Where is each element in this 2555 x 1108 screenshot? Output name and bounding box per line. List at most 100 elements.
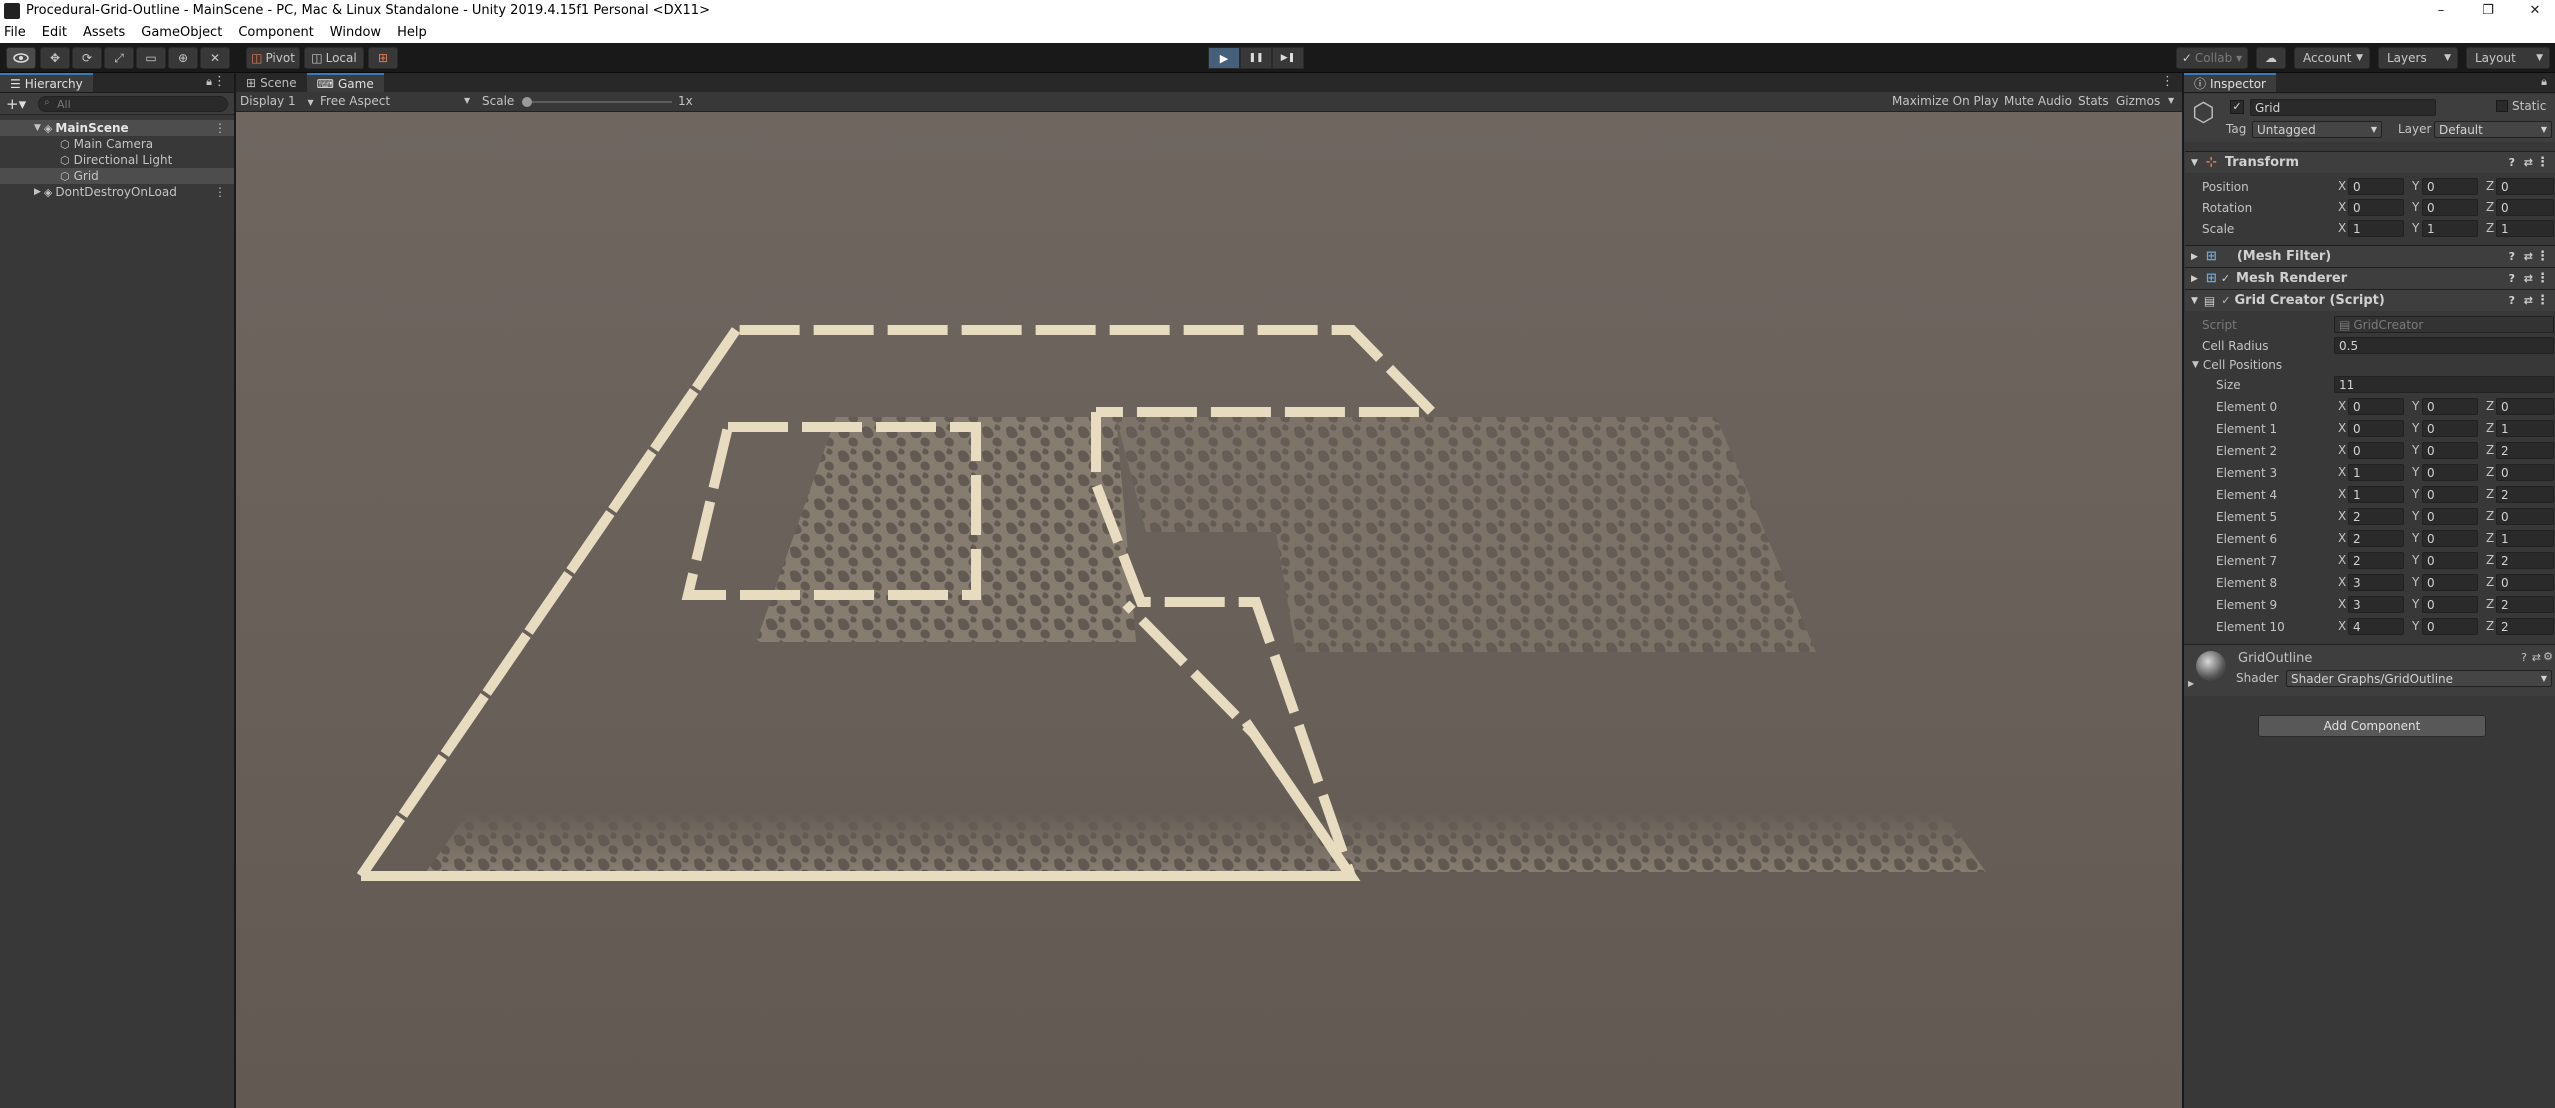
element-z-field[interactable]: 0 [2496,574,2554,591]
lock-icon[interactable]: 🔒︎ [206,75,212,89]
element-x-field[interactable]: 2 [2348,508,2404,525]
custom-tool-button[interactable]: ✕ [200,47,230,69]
scale-slider-thumb[interactable] [522,97,532,107]
preset-icon[interactable]: ⇄ [2524,250,2533,263]
element-x-field[interactable]: 2 [2348,530,2404,547]
element-y-field[interactable]: 0 [2422,552,2478,569]
element-y-field[interactable]: 0 [2422,486,2478,503]
element-x-field[interactable]: 0 [2348,398,2404,415]
cloud-button[interactable]: ☁ [2256,47,2286,69]
menu-gameobject[interactable]: GameObject [141,25,222,40]
element-y-field[interactable]: 0 [2422,398,2478,415]
kebab-menu-icon[interactable]: ⋮ [2536,155,2549,170]
tab-game[interactable]: ⌨ Game [306,73,384,92]
element-x-field[interactable]: 3 [2348,574,2404,591]
element-z-field[interactable]: 2 [2496,486,2554,503]
layers-dropdown[interactable]: Layers ▼ [2378,47,2458,69]
hierarchy-scene-row[interactable]: ▼ ◈ MainScene ⋮ [0,120,234,136]
expand-arrow-icon[interactable]: ▶ [2188,679,2194,688]
lock-icon[interactable]: 🔒︎ [2541,75,2547,89]
enabled-checkbox[interactable]: ✓ [2221,294,2230,307]
element-z-field[interactable]: 0 [2496,398,2554,415]
element-z-field[interactable]: 1 [2496,420,2554,437]
size-field[interactable]: 11 [2334,376,2554,393]
element-x-field[interactable]: 0 [2348,420,2404,437]
kebab-menu-icon[interactable]: ⋮ [214,185,226,199]
element-y-field[interactable]: 0 [2422,442,2478,459]
tag-dropdown[interactable]: Untagged ▼ [2252,121,2382,138]
cell-radius-field[interactable]: 0.5 [2334,337,2554,354]
preset-icon[interactable]: ⇄ [2524,156,2533,169]
menu-help[interactable]: Help [397,25,427,40]
expand-arrow-icon[interactable]: ▼ [34,123,41,133]
hand-tool-button[interactable] [6,47,36,69]
scale-y-field[interactable]: 1 [2422,220,2478,237]
scale-x-field[interactable]: 1 [2348,220,2404,237]
kebab-menu-icon[interactable]: ⋮ [2536,271,2549,286]
element-y-field[interactable]: 0 [2422,596,2478,613]
rect-tool-button[interactable]: ▭ [136,47,166,69]
element-z-field[interactable]: 1 [2496,530,2554,547]
active-checkbox[interactable]: ✓ [2230,100,2244,114]
tab-inspector[interactable]: ⓘ Inspector [2184,73,2276,92]
preset-icon[interactable]: ⇄ [2524,272,2533,285]
transform-tool-button[interactable]: ⊕ [168,47,198,69]
play-button[interactable]: ▶ [1208,47,1240,69]
layout-dropdown[interactable]: Layout ▼ [2466,47,2550,69]
scale-z-field[interactable]: 1 [2496,220,2554,237]
create-plus-icon[interactable]: +▾ [6,95,26,113]
preset-icon[interactable]: ⇄ [2532,651,2541,664]
element-y-field[interactable]: 0 [2422,618,2478,635]
list-item[interactable]: ⬡ Directional Light [0,152,234,168]
rotate-tool-button[interactable]: ⟳ [72,47,102,69]
tab-scene[interactable]: ⊞ Scene [236,73,307,92]
kebab-menu-icon[interactable]: ⋮ [2161,74,2174,89]
element-z-field[interactable]: 0 [2496,508,2554,525]
static-checkbox[interactable] [2496,100,2508,112]
snap-button[interactable]: ⊞ [368,47,398,69]
element-y-field[interactable]: 0 [2422,574,2478,591]
mute-audio-toggle[interactable]: Mute Audio [2004,94,2072,108]
add-component-button[interactable]: Add Component [2258,715,2486,737]
help-icon[interactable]: ? [2509,272,2515,285]
position-y-field[interactable]: 0 [2422,178,2478,195]
element-z-field[interactable]: 0 [2496,464,2554,481]
element-x-field[interactable]: 3 [2348,596,2404,613]
list-item[interactable]: ⬡ Main Camera [0,136,234,152]
aspect-dropdown[interactable]: Free Aspect [320,94,390,108]
help-icon[interactable]: ? [2521,651,2527,664]
settings-icon[interactable]: ⚙ [2543,650,2553,663]
expand-arrow-icon[interactable]: ▼ [2191,158,2198,168]
expand-arrow-icon[interactable]: ▶ [2191,252,2198,262]
menu-component[interactable]: Component [238,25,313,40]
layer-dropdown[interactable]: Default ▼ [2434,121,2552,138]
pause-button[interactable]: ❚❚ [1240,47,1272,69]
account-dropdown[interactable]: Account ▼ [2294,47,2370,69]
maximize-button[interactable]: ❐ [2465,0,2511,21]
hierarchy-dontdestroy-row[interactable]: ▶ ◈ DontDestroyOnLoad ⋮ [0,184,234,200]
gizmos-dropdown[interactable]: Gizmos [2116,94,2160,108]
expand-arrow-icon[interactable]: ▶ [34,187,41,197]
grid-creator-header[interactable]: ▼ ▤ ✓ Grid Creator (Script) ? ⇄ ⋮ [2185,289,2555,311]
chevron-down-icon[interactable]: ▼ [2168,96,2174,105]
element-z-field[interactable]: 2 [2496,552,2554,569]
tab-hierarchy[interactable]: ☰ Hierarchy [0,73,93,92]
expand-arrow-icon[interactable]: ▼ [2191,296,2198,306]
list-item[interactable]: ⬡ Grid [0,168,234,184]
element-y-field[interactable]: 0 [2422,530,2478,547]
position-x-field[interactable]: 0 [2348,178,2404,195]
scale-tool-button[interactable]: ⤢ [104,47,134,69]
kebab-menu-icon[interactable]: ⋮ [213,74,226,89]
help-icon[interactable]: ? [2509,156,2515,169]
menu-assets[interactable]: Assets [83,25,125,40]
rotation-y-field[interactable]: 0 [2422,199,2478,216]
element-z-field[interactable]: 2 [2496,442,2554,459]
step-button[interactable]: ▶❚ [1272,47,1304,69]
object-name-field[interactable]: Grid [2250,99,2436,116]
element-z-field[interactable]: 2 [2496,618,2554,635]
kebab-menu-icon[interactable]: ⋮ [2536,249,2549,264]
element-x-field[interactable]: 0 [2348,442,2404,459]
kebab-menu-icon[interactable]: ⋮ [2536,293,2549,308]
scale-slider[interactable] [522,97,672,107]
enabled-checkbox[interactable]: ✓ [2221,272,2230,285]
